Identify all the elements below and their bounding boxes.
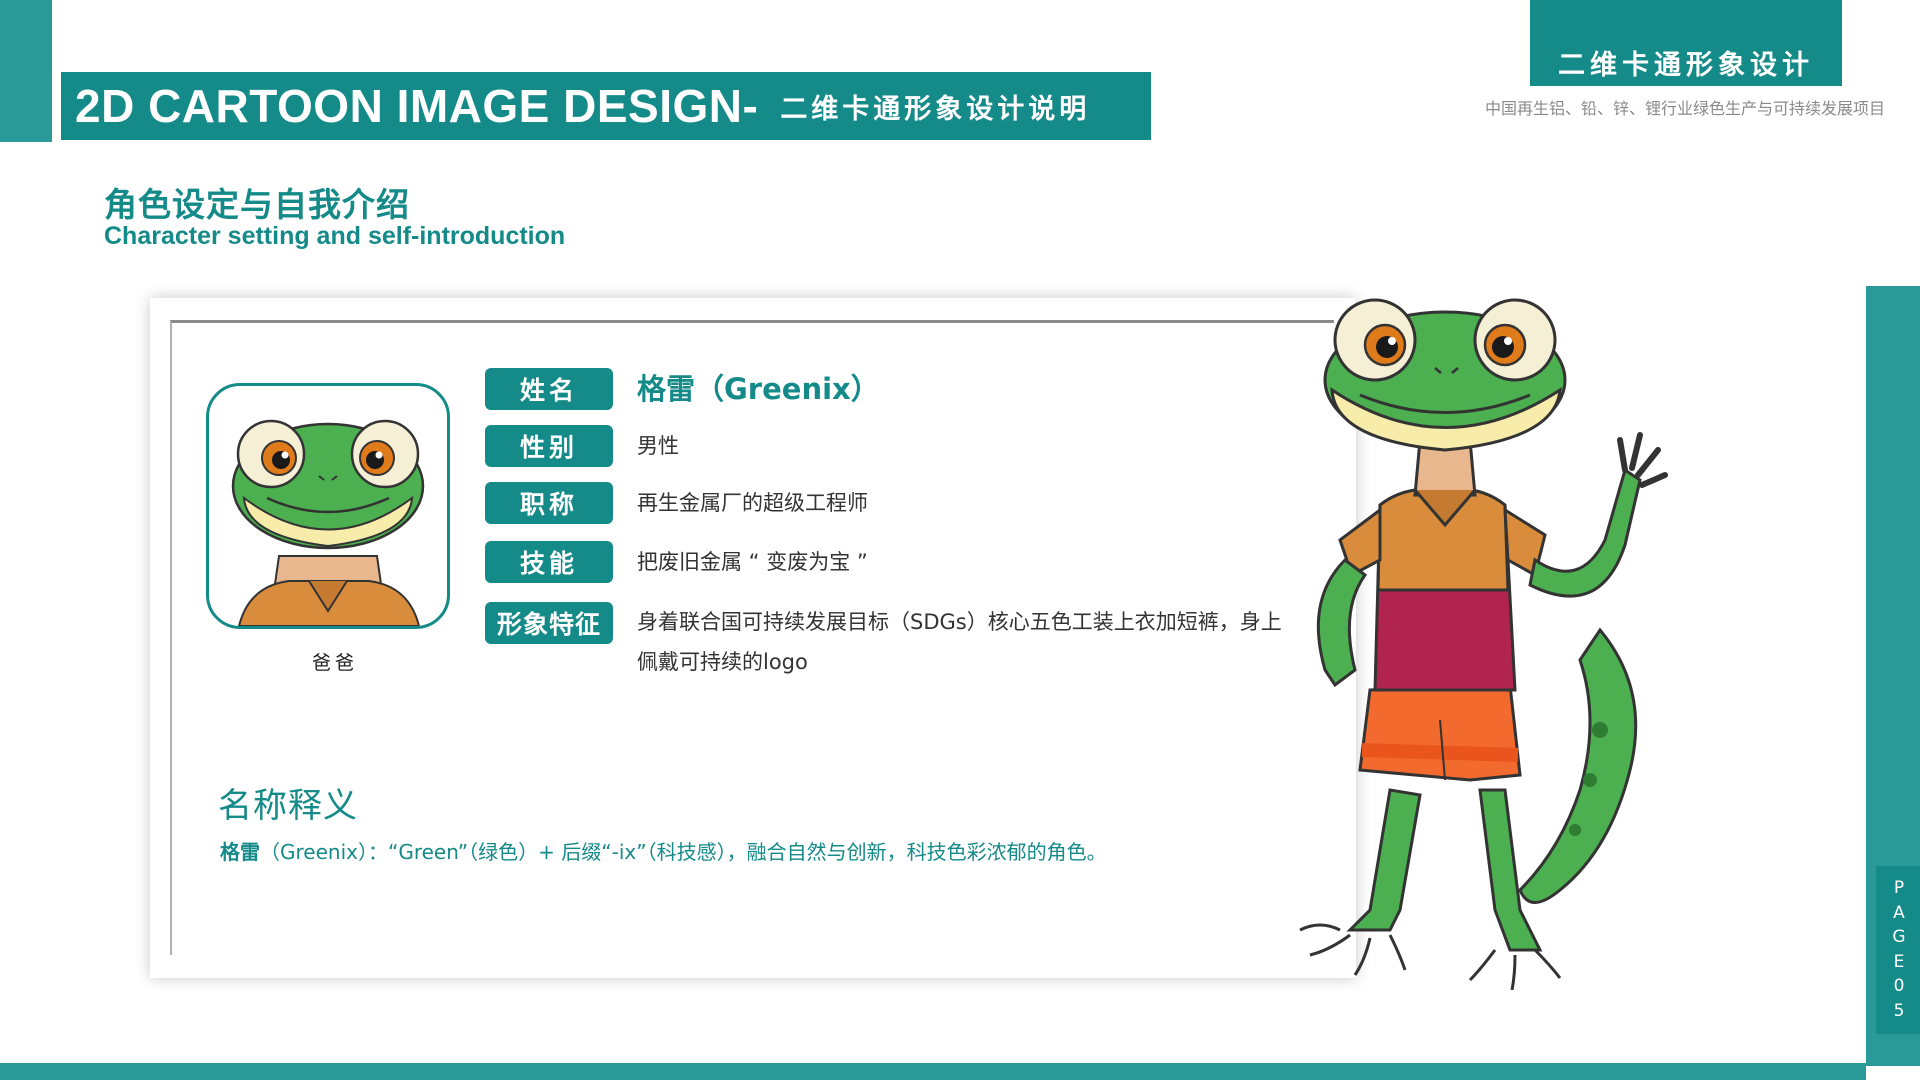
tag-skill: 技能	[485, 541, 613, 583]
page-indicator: P A G E 0 5	[1876, 866, 1920, 1034]
bottom-accent-bar	[0, 1063, 1866, 1080]
project-subtitle: 中国再生铝、铅、锌、锂行业绿色生产与可持续发展项目	[1484, 99, 1885, 118]
tag-gender: 性别	[485, 425, 613, 467]
value-title: 再生金属厂的超级工程师	[637, 491, 868, 515]
page-letter: A	[1893, 902, 1905, 923]
banner-title-en: 2D CARTOON IMAGE DESIGN-	[75, 80, 759, 132]
title-banner: 2D CARTOON IMAGE DESIGN- 二维卡通形象设计说明	[61, 72, 1151, 140]
banner-title-cn: 二维卡通形象设计说明	[780, 93, 1091, 125]
page-letter: P	[1893, 878, 1905, 898]
value-appearance: 身着联合国可持续发展目标（SDGs）核心五色工装上衣加短裤，身上佩戴可持续的lo…	[637, 610, 1282, 674]
tag-title: 职称	[485, 482, 613, 524]
value-gender: 男性	[637, 434, 679, 458]
row-appearance: 形象特征 身着联合国可持续发展目标（SDGs）核心五色工装上衣加短裤，身上佩戴可…	[485, 602, 1297, 682]
row-name: 姓名 格雷（Greenix）	[485, 368, 880, 410]
page-letter: 0	[1893, 976, 1905, 996]
page-letter: 5	[1893, 1000, 1905, 1021]
row-gender: 性别 男性	[485, 425, 679, 467]
tag-appearance: 形象特征	[485, 602, 613, 644]
row-title: 职称 再生金属厂的超级工程师	[485, 482, 868, 524]
row-skill: 技能 把废旧金属 “ 变废为宝 ”	[485, 541, 868, 583]
meaning-name-bold: 格雷	[220, 840, 260, 864]
gecko-avatar-icon	[231, 419, 425, 626]
avatar-label: 爸爸	[311, 652, 358, 674]
meaning-title: 名称释义	[218, 786, 358, 826]
gecko-character-icon	[1299, 298, 1668, 990]
left-accent-bar	[0, 0, 52, 142]
value-name: 格雷（Greenix）	[637, 372, 880, 406]
value-skill: 把废旧金属 “ 变废为宝 ”	[637, 550, 868, 574]
meaning-body: （Greenix）：“Green”（绿色）+ 后缀“-ix”（科技感），融合自然…	[260, 840, 1107, 864]
avatar-frame	[206, 383, 450, 629]
tag-name: 姓名	[485, 368, 613, 410]
section-title-cn: 角色设定与自我介绍	[104, 185, 410, 224]
top-tab-title: 二维卡通形象设计	[1530, 0, 1842, 86]
page-letter: E	[1893, 951, 1905, 972]
section-title-en: Character setting and self-introduction	[104, 222, 566, 250]
page-letter: G	[1892, 927, 1906, 947]
meaning-text: 格雷（Greenix）：“Green”（绿色）+ 后缀“-ix”（科技感），融合…	[220, 836, 1107, 865]
